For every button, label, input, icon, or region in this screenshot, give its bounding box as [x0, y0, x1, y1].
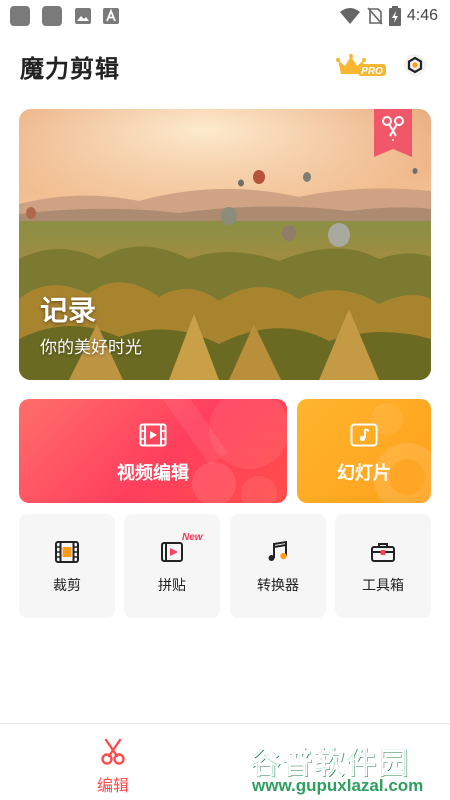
tool-label: 工具箱: [362, 578, 404, 594]
battery-charging-icon: [388, 6, 401, 26]
new-badge: New: [182, 532, 203, 543]
tool-collage[interactable]: New 拼贴: [124, 514, 220, 618]
pro-badge-label: PRO: [361, 66, 383, 77]
music-note-icon: [268, 540, 287, 561]
banner-subtitle: 你的美好时光: [40, 338, 142, 358]
slideshow-label: 幻灯片: [337, 463, 391, 484]
settings-gear-icon[interactable]: [404, 54, 426, 76]
watermark-url: www.gupuxlazal.com: [252, 776, 424, 795]
toolbox-icon: [371, 543, 395, 562]
notification-icon: [10, 6, 30, 26]
tool-converter[interactable]: 转换器: [230, 514, 326, 618]
scissors-flag-icon: [374, 109, 412, 157]
app-title: 魔力剪辑: [20, 55, 120, 83]
font-icon: [103, 8, 119, 24]
image-icon: [75, 8, 91, 24]
music-slide-icon: [350, 423, 378, 447]
hero-banner[interactable]: 记录 你的美好时光: [19, 109, 431, 380]
collage-icon: [161, 542, 183, 562]
video-edit-label: 视频编辑: [117, 463, 189, 484]
slideshow-card[interactable]: 幻灯片: [297, 399, 431, 503]
tool-label: 转换器: [257, 578, 299, 594]
wifi-icon: [339, 8, 360, 24]
notification-icon: [42, 6, 62, 26]
tool-toolbox[interactable]: 工具箱: [335, 514, 431, 618]
nav-edit-tab[interactable]: 编辑: [78, 734, 148, 795]
scissors-icon: [101, 738, 125, 765]
tool-label: 裁剪: [53, 578, 81, 594]
crop-film-icon: [55, 541, 79, 563]
watermark: 谷普软件园 www.gupuxlazal.com: [246, 736, 450, 800]
tool-label: 拼贴: [158, 578, 186, 594]
no-sim-icon: [367, 7, 383, 25]
clock: 4:46: [406, 7, 438, 24]
banner-title: 记录: [40, 294, 97, 327]
card-decoration: [371, 403, 431, 503]
nav-edit-label: 编辑: [96, 776, 129, 795]
video-edit-card[interactable]: 视频编辑: [19, 399, 287, 503]
pro-crown-button[interactable]: PRO: [336, 52, 388, 80]
card-decoration: [162, 399, 287, 503]
status-bar: 4:46: [0, 0, 450, 32]
film-strip-icon: [139, 423, 167, 447]
tool-crop[interactable]: 裁剪: [19, 514, 115, 618]
